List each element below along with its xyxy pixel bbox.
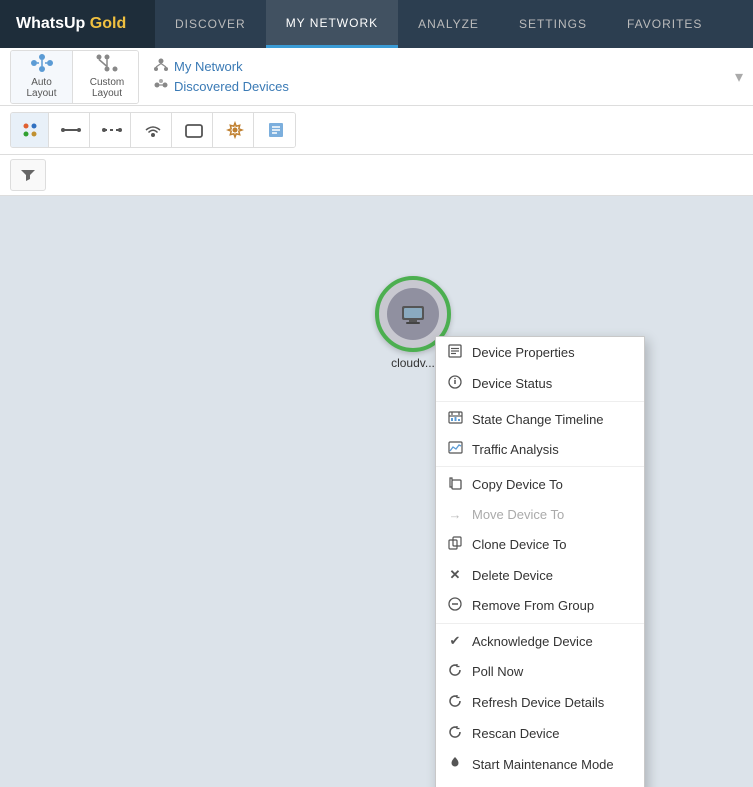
breadcrumb-row-2: Discovered Devices (153, 78, 721, 95)
breadcrumb-discovered-devices[interactable]: Discovered Devices (174, 79, 289, 94)
tool-wireless[interactable] (134, 113, 172, 147)
breadcrumb-row-1: My Network (153, 58, 721, 75)
copy-device-to-label: Copy Device To (472, 477, 563, 492)
breadcrumb-my-network[interactable]: My Network (174, 59, 243, 74)
device-properties-label: Device Properties (472, 345, 575, 360)
delete-device-icon: ✕ (446, 567, 464, 583)
nav-my-network[interactable]: MY NETWORK (266, 0, 398, 48)
ctx-maintenance-schedule[interactable]: Maintenance Schedule (436, 780, 644, 787)
breadcrumb-bar: AutoLayout CustomLayout My Network Disco… (0, 48, 753, 106)
poll-now-label: Poll Now (472, 664, 523, 679)
custom-layout-label: CustomLayout (90, 77, 124, 99)
my-network-icon (153, 58, 169, 75)
traffic-analysis-label: Traffic Analysis (472, 442, 559, 457)
device-icon (399, 302, 427, 326)
ctx-move-device-to: → Move Device To (436, 500, 644, 529)
remove-from-group-label: Remove From Group (472, 598, 594, 613)
ctx-sep-1 (436, 401, 644, 402)
tool-line[interactable] (52, 113, 90, 147)
tool-dots[interactable] (11, 113, 49, 147)
remove-from-group-icon (446, 597, 464, 614)
logo: WhatsUp Gold (0, 0, 155, 48)
layout-buttons: AutoLayout CustomLayout (10, 50, 139, 104)
toolbar (0, 106, 753, 155)
refresh-device-details-icon (446, 694, 464, 711)
ctx-acknowledge-device[interactable]: ✔ Acknowledge Device (436, 626, 644, 656)
tool-note[interactable] (257, 113, 295, 147)
ctx-device-status[interactable]: Device Status (436, 368, 644, 399)
move-device-icon: → (446, 507, 464, 522)
logo-text: WhatsUp Gold (16, 15, 126, 33)
move-device-to-label: Move Device To (472, 507, 564, 522)
ctx-state-change-timeline[interactable]: State Change Timeline (436, 404, 644, 434)
main-area: cloudv... Device Properties Device Statu… (0, 196, 753, 787)
ctx-sep-3 (436, 623, 644, 624)
ctx-remove-from-group[interactable]: Remove From Group (436, 590, 644, 621)
device-inner-circle (387, 288, 439, 340)
rescan-device-icon (446, 725, 464, 742)
ctx-delete-device[interactable]: ✕ Delete Device (436, 560, 644, 590)
rescan-device-label: Rescan Device (472, 726, 559, 741)
traffic-analysis-icon (446, 441, 464, 457)
ctx-traffic-analysis[interactable]: Traffic Analysis (436, 434, 644, 464)
device-status-icon (446, 375, 464, 392)
copy-device-icon (446, 476, 464, 493)
device-properties-icon (446, 344, 464, 361)
auto-layout-label: AutoLayout (26, 77, 56, 99)
nav-analyze[interactable]: ANALYZE (398, 0, 499, 48)
state-change-timeline-label: State Change Timeline (472, 412, 604, 427)
tool-shape[interactable] (175, 113, 213, 147)
device-status-label: Device Status (472, 376, 552, 391)
acknowledge-device-label: Acknowledge Device (472, 634, 593, 649)
auto-layout-button[interactable]: AutoLayout (11, 51, 73, 103)
nav-settings[interactable]: SETTINGS (499, 0, 607, 48)
breadcrumb-chevron: ▾ (735, 67, 743, 87)
state-change-timeline-icon (446, 411, 464, 427)
ctx-start-maintenance-mode[interactable]: Start Maintenance Mode (436, 749, 644, 780)
toolbar-group (10, 112, 296, 148)
clone-device-icon (446, 536, 464, 553)
ctx-sep-2 (436, 466, 644, 467)
nav-discover[interactable]: DISCOVER (155, 0, 266, 48)
ctx-refresh-device-details[interactable]: Refresh Device Details (436, 687, 644, 718)
discovered-devices-icon (153, 78, 169, 95)
poll-now-icon (446, 663, 464, 680)
acknowledge-device-icon: ✔ (446, 633, 464, 649)
nav-favorites[interactable]: FAVORITES (607, 0, 722, 48)
context-menu: Device Properties Device Status State Ch… (435, 336, 645, 787)
refresh-device-details-label: Refresh Device Details (472, 695, 604, 710)
auto-layout-icon (31, 54, 53, 77)
tool-dotted-line[interactable] (93, 113, 131, 147)
delete-device-label: Delete Device (472, 568, 553, 583)
clone-device-to-label: Clone Device To (472, 537, 566, 552)
tool-config[interactable] (216, 113, 254, 147)
filter-row (0, 155, 753, 196)
ctx-rescan-device[interactable]: Rescan Device (436, 718, 644, 749)
filter-button[interactable] (10, 159, 46, 191)
ctx-copy-device-to[interactable]: Copy Device To (436, 469, 644, 500)
ctx-device-properties[interactable]: Device Properties (436, 337, 644, 368)
start-maintenance-mode-icon (446, 756, 464, 773)
custom-layout-button[interactable]: CustomLayout (76, 51, 138, 103)
breadcrumb: My Network Discovered Devices (147, 58, 727, 95)
top-nav: WhatsUp Gold DISCOVER MY NETWORK ANALYZE… (0, 0, 753, 48)
ctx-clone-device-to[interactable]: Clone Device To (436, 529, 644, 560)
nav-items: DISCOVER MY NETWORK ANALYZE SETTINGS FAV… (155, 0, 722, 48)
custom-layout-icon (96, 54, 118, 77)
start-maintenance-mode-label: Start Maintenance Mode (472, 757, 614, 772)
ctx-poll-now[interactable]: Poll Now (436, 656, 644, 687)
